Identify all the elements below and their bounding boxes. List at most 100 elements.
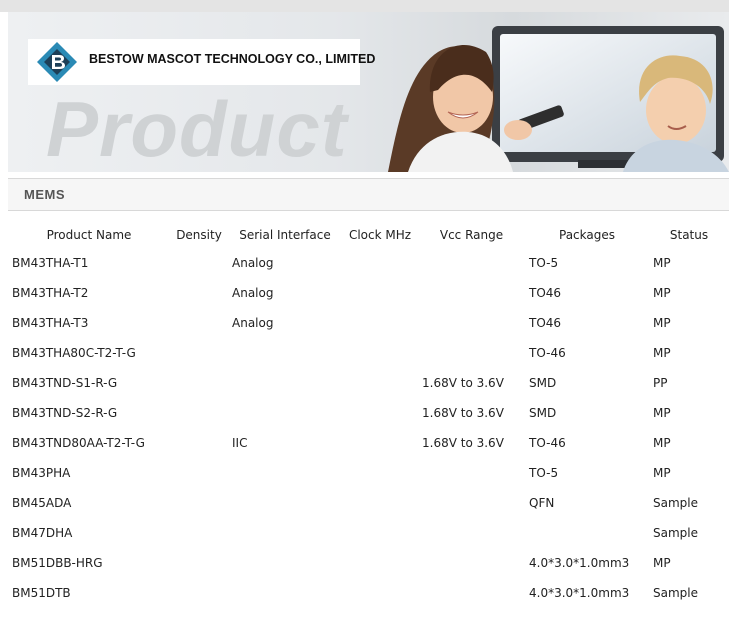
cell-status: MP xyxy=(653,286,671,300)
cell-serial-interface xyxy=(228,458,342,488)
cell-clock-mhz xyxy=(342,308,418,338)
product-banner: Product BESTOW MASCOT TECHNOLOGY CO., LI… xyxy=(8,12,729,172)
cell-vcc-range xyxy=(418,248,525,278)
cell-density xyxy=(170,428,228,458)
cell-clock-mhz xyxy=(342,518,418,548)
cell-serial-interface xyxy=(228,548,342,578)
cell-status: Sample xyxy=(653,586,698,600)
cell-packages: QFN xyxy=(529,496,555,510)
cell-density xyxy=(170,398,228,428)
cell-status: MP xyxy=(653,346,671,360)
cell-packages: 4.0*3.0*1.0mm3 xyxy=(529,586,630,600)
cell-density xyxy=(170,278,228,308)
cell-vcc-range xyxy=(418,338,525,368)
cell-packages: TO46 xyxy=(529,316,562,330)
category-title: MEMS xyxy=(24,187,65,202)
cell-status: PP xyxy=(653,376,668,390)
cell-product-name[interactable]: BM43THA-T2 xyxy=(8,278,170,308)
cell-serial-interface xyxy=(228,488,342,518)
column-header-vcc-range: Vcc Range xyxy=(439,228,504,242)
cell-clock-mhz xyxy=(342,578,418,608)
cell-density xyxy=(170,308,228,338)
cell-product-name[interactable]: BM43TND80AA-T2-T-G xyxy=(8,428,170,458)
cell-packages: TO-46 xyxy=(529,436,566,450)
cell-serial-interface xyxy=(228,338,342,368)
table-row: BM43TND-S2-R-G 1.68V to 3.6V SMD MP xyxy=(8,398,729,428)
cell-status: Sample xyxy=(653,496,698,510)
table-row: BM43PHA TO-5 MP xyxy=(8,458,729,488)
product-table: Product Name Density Serial Interface Cl… xyxy=(8,222,729,608)
cell-serial-interface xyxy=(228,578,342,608)
cell-density xyxy=(170,248,228,278)
table-row: BM43THA-T2 Analog TO46 MP xyxy=(8,278,729,308)
cell-density xyxy=(170,488,228,518)
cell-product-name[interactable]: BM47DHA xyxy=(8,518,170,548)
cell-product-name[interactable]: BM43THA-T1 xyxy=(8,248,170,278)
cell-density xyxy=(170,368,228,398)
cell-product-name[interactable]: BM43THA80C-T2-T-G xyxy=(8,338,170,368)
cell-vcc-range: 1.68V to 3.6V xyxy=(422,436,504,450)
cell-packages: SMD xyxy=(529,376,557,390)
cell-product-name[interactable]: BM43PHA xyxy=(8,458,170,488)
cell-serial-interface: Analog xyxy=(232,256,274,270)
cell-serial-interface: IIC xyxy=(232,436,248,450)
company-logo-box[interactable]: BESTOW MASCOT TECHNOLOGY CO., LIMITED xyxy=(28,39,375,85)
cell-product-name[interactable]: BM43THA-T3 xyxy=(8,308,170,338)
cell-vcc-range: 1.68V to 3.6V xyxy=(422,376,504,390)
category-header: MEMS xyxy=(8,178,729,211)
cell-vcc-range xyxy=(418,518,525,548)
cell-status: MP xyxy=(653,436,671,450)
table-row: BM51DBB-HRG 4.0*3.0*1.0mm3 MP xyxy=(8,548,729,578)
cell-packages: TO-46 xyxy=(529,346,566,360)
cell-serial-interface xyxy=(228,398,342,428)
table-row: BM43TND80AA-T2-T-G IIC 1.68V to 3.6V TO-… xyxy=(8,428,729,458)
table-row: BM43THA80C-T2-T-G TO-46 MP xyxy=(8,338,729,368)
cell-packages: TO46 xyxy=(529,286,562,300)
column-header-serial-interface: Serial Interface xyxy=(239,228,331,242)
column-header-status: Status xyxy=(669,228,709,242)
table-row: BM47DHA Sample xyxy=(8,518,729,548)
company-name: BESTOW MASCOT TECHNOLOGY CO., LIMITED xyxy=(89,52,376,66)
cell-status: Sample xyxy=(653,526,698,540)
cell-packages: SMD xyxy=(529,406,557,420)
table-row: BM51DTB 4.0*3.0*1.0mm3 Sample xyxy=(8,578,729,608)
cell-vcc-range xyxy=(418,488,525,518)
table-row: BM45ADA QFN Sample xyxy=(8,488,729,518)
cell-density xyxy=(170,518,228,548)
cell-clock-mhz xyxy=(342,248,418,278)
cell-packages: 4.0*3.0*1.0mm3 xyxy=(529,556,630,570)
table-row: BM43THA-T3 Analog TO46 MP xyxy=(8,308,729,338)
cell-density xyxy=(170,548,228,578)
table-row: BM43TND-S1-R-G 1.68V to 3.6V SMD PP xyxy=(8,368,729,398)
column-header-clock-mhz: Clock MHz xyxy=(348,228,412,242)
cell-clock-mhz xyxy=(342,338,418,368)
cell-status: MP xyxy=(653,316,671,330)
column-header-product-name: Product Name xyxy=(46,228,132,242)
banner-photo xyxy=(388,26,729,172)
cell-status: MP xyxy=(653,406,671,420)
banner-watermark: Product xyxy=(46,85,348,172)
cell-product-name[interactable]: BM43TND-S1-R-G xyxy=(8,368,170,398)
cell-serial-interface: Analog xyxy=(232,316,274,330)
table-row: BM43THA-T1 Analog TO-5 MP xyxy=(8,248,729,278)
company-logo-icon xyxy=(37,42,77,82)
cell-vcc-range: 1.68V to 3.6V xyxy=(422,406,504,420)
top-strip xyxy=(0,0,729,12)
cell-vcc-range xyxy=(418,278,525,308)
cell-density xyxy=(170,578,228,608)
cell-clock-mhz xyxy=(342,548,418,578)
cell-packages xyxy=(525,518,649,548)
cell-clock-mhz xyxy=(342,398,418,428)
cell-status: MP xyxy=(653,556,671,570)
cell-product-name[interactable]: BM51DBB-HRG xyxy=(8,548,170,578)
cell-vcc-range xyxy=(418,458,525,488)
cell-product-name[interactable]: BM51DTB xyxy=(8,578,170,608)
cell-status: MP xyxy=(653,256,671,270)
cell-product-name[interactable]: BM43TND-S2-R-G xyxy=(8,398,170,428)
cell-packages: TO-5 xyxy=(529,466,559,480)
cell-serial-interface: Analog xyxy=(232,286,274,300)
cell-clock-mhz xyxy=(342,488,418,518)
cell-serial-interface xyxy=(228,368,342,398)
cell-clock-mhz xyxy=(342,278,418,308)
cell-product-name[interactable]: BM45ADA xyxy=(8,488,170,518)
